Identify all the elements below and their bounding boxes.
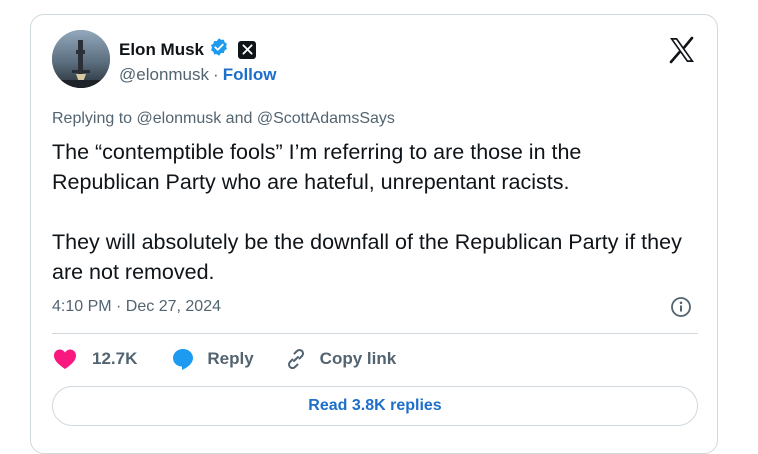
copy-link-button[interactable]: Copy link [284, 347, 397, 371]
author-handle[interactable]: @elonmusk [119, 65, 209, 85]
reply-button[interactable]: Reply [171, 347, 254, 371]
heart-icon [53, 348, 77, 370]
replying-conjunction: and [225, 110, 253, 127]
tweet-paragraph: They will absolutely be the downfall of … [52, 230, 682, 284]
x-logo-icon[interactable] [667, 35, 697, 65]
tweet-paragraph: The “contemptible fools” I’m referring t… [52, 140, 582, 194]
author-name-row: Elon Musk [119, 37, 257, 62]
verified-badge-icon [209, 37, 229, 62]
reply-label: Reply [207, 349, 254, 368]
info-icon[interactable] [670, 296, 692, 318]
divider [52, 333, 698, 334]
author-handle-row: @elonmusk · Follow [119, 65, 277, 85]
like-count: 12.7K [92, 349, 138, 368]
read-replies-button[interactable]: Read 3.8K replies [52, 386, 698, 426]
handle-separator: · [213, 65, 219, 84]
tweet-card: Elon Musk @elonmusk · Follow Replying to… [30, 14, 718, 454]
avatar[interactable] [52, 30, 110, 88]
replying-prefix: Replying to [52, 110, 133, 127]
reply-bubble-icon [171, 347, 195, 371]
tweet-text: The “contemptible fools” I’m referring t… [52, 137, 692, 287]
replying-to-line: Replying to @elonmusk and @ScottAdamsSay… [52, 110, 395, 128]
follow-button[interactable]: Follow [223, 65, 277, 85]
like-button[interactable]: 12.7K [53, 348, 137, 370]
reply-mention-scottadams[interactable]: @ScottAdamsSays [257, 110, 395, 127]
link-icon [284, 347, 308, 371]
avatar-image [52, 30, 110, 88]
tweet-timestamp[interactable]: 4:10 PM · Dec 27, 2024 [52, 298, 221, 316]
action-bar: 12.7K Reply Copy link [53, 347, 396, 371]
author-name[interactable]: Elon Musk [119, 40, 204, 60]
copy-link-label: Copy link [319, 349, 397, 368]
x-affiliate-badge-icon [238, 40, 257, 59]
reply-mention-elonmusk[interactable]: @elonmusk [137, 110, 222, 127]
